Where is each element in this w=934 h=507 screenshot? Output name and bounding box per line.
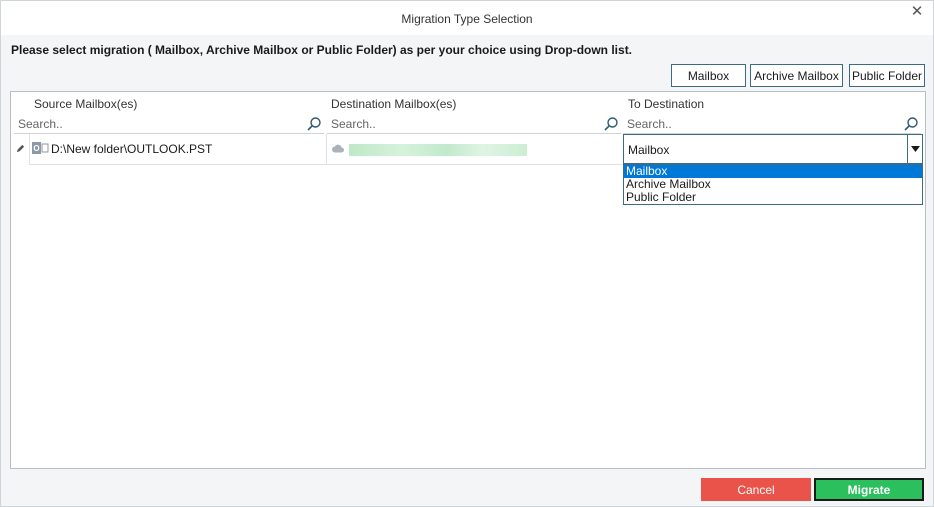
search-icon[interactable]	[603, 116, 619, 132]
source-search-input[interactable]	[14, 115, 306, 133]
destination-search-input[interactable]	[327, 115, 603, 133]
cancel-button[interactable]: Cancel	[701, 478, 811, 501]
close-icon[interactable]: ✕	[909, 4, 925, 20]
svg-text:O: O	[33, 144, 39, 153]
instruction-text: Please select migration ( Mailbox, Archi…	[11, 43, 633, 57]
mailbox-grid: Source Mailbox(es) Destination Mailbox(e…	[10, 91, 926, 469]
column-header-to-destination: To Destination	[628, 97, 705, 111]
chevron-down-icon[interactable]	[907, 135, 922, 163]
source-mailbox-path: D:\New folder\OUTLOOK.PST	[51, 142, 213, 156]
column-divider	[326, 134, 327, 164]
mailbox-button[interactable]: Mailbox	[671, 64, 746, 87]
column-header-destination: Destination Mailbox(es)	[331, 97, 457, 111]
row-divider	[29, 164, 623, 165]
outlook-pst-icon: O	[32, 142, 49, 154]
redacted-destination-mailbox	[349, 144, 527, 156]
archive-mailbox-button[interactable]: Archive Mailbox	[750, 64, 843, 87]
to-destination-search-input[interactable]	[623, 115, 903, 133]
title-bar: Migration Type Selection ✕	[1, 1, 933, 35]
public-folder-button[interactable]: Public Folder	[849, 64, 925, 87]
search-icon[interactable]	[306, 116, 322, 132]
dropdown-option-public-folder[interactable]: Public Folder	[624, 191, 922, 204]
column-header-source: Source Mailbox(es)	[34, 97, 138, 111]
migration-type-dialog: Migration Type Selection ✕ Please select…	[0, 0, 934, 507]
migrate-button[interactable]: Migrate	[814, 478, 924, 501]
to-destination-dropdown-list: Mailbox Archive Mailbox Public Folder	[623, 164, 923, 205]
to-destination-selected-value: Mailbox	[628, 143, 670, 157]
search-icon[interactable]	[903, 116, 919, 132]
to-destination-select[interactable]: Mailbox	[623, 134, 923, 164]
to-destination-search	[623, 115, 921, 134]
column-divider	[29, 134, 30, 164]
cloud-icon	[332, 144, 344, 153]
dialog-title: Migration Type Selection	[401, 12, 533, 26]
pencil-icon[interactable]	[16, 144, 25, 153]
source-search	[14, 115, 324, 134]
destination-search	[327, 115, 621, 134]
